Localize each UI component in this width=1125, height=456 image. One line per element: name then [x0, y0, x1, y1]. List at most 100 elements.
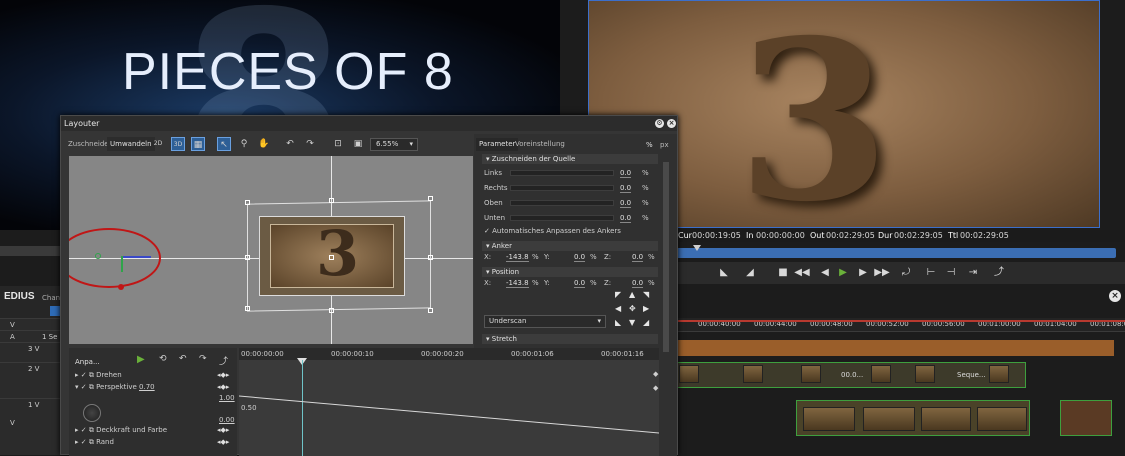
video-clip-track-1v-end[interactable]: [1060, 400, 1112, 436]
crop-right-value[interactable]: 0.0: [620, 184, 632, 193]
match-frame-icon[interactable]: ⇥: [966, 266, 980, 280]
loop-icon[interactable]: ⤾: [898, 266, 914, 280]
section-position[interactable]: ▾ Position: [482, 267, 658, 277]
nudge-down-icon[interactable]: ▼: [629, 318, 635, 327]
keyframe-row-rand[interactable]: ▸ ✓ ⧉ Rand: [75, 438, 114, 447]
keyframe-row-deckkraft[interactable]: ▸ ✓ ⧉ Deckkraft und Farbe: [75, 426, 167, 435]
nudge-up-left-icon[interactable]: ◤: [615, 290, 621, 299]
section-zuschneiden[interactable]: ▾ Zuschneiden der Quelle: [482, 154, 658, 164]
layouter-canvas[interactable]: 3: [69, 156, 473, 344]
overwrite-icon[interactable]: ⊣: [944, 266, 958, 280]
close-icon[interactable]: ×: [667, 119, 676, 128]
keyframe-nav-icon[interactable]: ◂◆▸: [217, 371, 229, 379]
parameter-scrollbar[interactable]: [663, 162, 669, 352]
edge-handle[interactable]: [329, 308, 334, 313]
hand-icon[interactable]: ✋: [257, 137, 271, 151]
position-z-value[interactable]: 0.0: [632, 279, 644, 288]
unit-percent[interactable]: %: [646, 141, 653, 149]
video-clip-track-1v[interactable]: [796, 400, 1030, 436]
nudge-up-icon[interactable]: ▲: [629, 290, 635, 299]
preview-scrub-bar[interactable]: [676, 248, 1116, 258]
edge-handle[interactable]: [428, 255, 433, 260]
nudge-down-left-icon[interactable]: ◣: [615, 318, 621, 327]
audio-track-clip[interactable]: [676, 340, 1114, 356]
crop-left-slider[interactable]: [510, 170, 614, 176]
nudge-left-icon[interactable]: ◀: [615, 304, 621, 313]
crop-right-slider[interactable]: [510, 185, 614, 191]
redo-icon[interactable]: ↷: [199, 354, 207, 364]
y-axis-arrow[interactable]: [121, 256, 123, 272]
corner-handle[interactable]: [428, 308, 433, 313]
rewind-icon[interactable]: ◀◀: [794, 266, 810, 280]
crop-top-slider[interactable]: [510, 200, 614, 206]
edge-handle[interactable]: [329, 198, 334, 203]
section-anker[interactable]: ▾ Anker: [482, 241, 658, 251]
keyframe-curve[interactable]: [239, 388, 659, 438]
scrub-position-marker[interactable]: [693, 245, 701, 251]
corner-handle[interactable]: [245, 200, 250, 205]
crop-left-value[interactable]: 0.0: [620, 169, 632, 178]
center-icon[interactable]: ✥: [629, 304, 636, 313]
tab-umwandeln[interactable]: Umwandeln: [107, 137, 155, 151]
crop-top-value[interactable]: 0.0: [620, 199, 632, 208]
play-icon[interactable]: ▶: [137, 354, 145, 365]
timeline-close-button[interactable]: ×: [1109, 290, 1121, 302]
keyframe-row-drehen[interactable]: ▸ ✓ ⧉ Drehen: [75, 371, 122, 380]
corner-handle[interactable]: [428, 196, 433, 201]
loop-icon[interactable]: ⟲: [159, 354, 167, 364]
nudge-right-icon[interactable]: ▶: [643, 304, 649, 313]
keyframe-nav-icon[interactable]: ◂◆▸: [217, 426, 229, 434]
unit-px[interactable]: px: [660, 141, 669, 149]
undo-icon[interactable]: ↶: [283, 137, 297, 151]
export-icon[interactable]: ⤴: [992, 266, 1006, 280]
x-axis-arrow[interactable]: [121, 256, 151, 258]
perspective-value[interactable]: 0.70: [139, 383, 155, 391]
edge-handle[interactable]: [245, 255, 250, 260]
pointer-icon[interactable]: ↖: [217, 137, 231, 151]
corner-handle[interactable]: [245, 306, 250, 311]
keyframe-header[interactable]: Anpa...: [75, 358, 100, 366]
fit-frame-icon[interactable]: ⊡: [331, 137, 345, 151]
settings-icon[interactable]: ⚙: [655, 119, 664, 128]
anchor-y-value[interactable]: 0.0: [574, 253, 586, 262]
underscan-select[interactable]: Underscan ▾: [484, 315, 606, 328]
set-in-icon[interactable]: ◣: [716, 266, 732, 280]
keyframe-row-perspektive[interactable]: ▾ ✓ ⧉ Perspektive 0.70: [75, 383, 155, 392]
position-x-value[interactable]: -143.8: [506, 279, 529, 288]
tab-voreinstellung[interactable]: Voreinstellung: [512, 138, 568, 151]
auto-anchor-checkbox[interactable]: ✓ Automatisches Anpassen des Ankers: [484, 227, 621, 235]
anchor-x-value[interactable]: -143.8: [506, 253, 529, 262]
perspective-knob[interactable]: [83, 404, 101, 422]
fast-forward-icon[interactable]: ▶▶: [874, 266, 890, 280]
undo-icon[interactable]: ↶: [179, 354, 187, 364]
zoom-icon[interactable]: ⚲: [237, 137, 251, 151]
step-back-icon[interactable]: ◀: [818, 266, 832, 280]
crop-bottom-slider[interactable]: [510, 215, 614, 221]
section-stretch[interactable]: ▾ Stretch: [482, 334, 658, 344]
insert-icon[interactable]: ⊢: [924, 266, 938, 280]
center-handle[interactable]: [329, 255, 334, 260]
rotation-handle[interactable]: [118, 284, 124, 290]
layouter-titlebar[interactable]: Layouter ⚙ ×: [61, 116, 677, 131]
set-out-icon[interactable]: ◢: [742, 266, 758, 280]
grid-icon[interactable]: ▦: [191, 137, 205, 151]
keyframe-diamond[interactable]: ◆: [653, 370, 658, 378]
graph-max-value[interactable]: 1.00: [219, 394, 235, 402]
keyframe-timeline[interactable]: 00:00:00:00 00:00:00:10 00:00:00:20 00:0…: [239, 348, 659, 456]
transform-bounding-box[interactable]: [247, 200, 431, 312]
zoom-select[interactable]: 6.55% ▾: [370, 138, 418, 151]
keyframe-nav-icon[interactable]: ◂◆▸: [217, 438, 229, 446]
play-icon[interactable]: ▶: [836, 266, 850, 280]
anchor-point[interactable]: [95, 253, 101, 259]
mode-2d-icon[interactable]: 2D: [151, 137, 165, 151]
safe-area-icon[interactable]: ▣: [351, 137, 365, 151]
crop-bottom-value[interactable]: 0.0: [620, 214, 632, 223]
rotation-gizmo[interactable]: [69, 228, 161, 288]
mode-3d-icon[interactable]: 3D: [171, 137, 185, 151]
stop-icon[interactable]: ■: [776, 266, 790, 280]
nudge-down-right-icon[interactable]: ◢: [643, 318, 649, 327]
position-y-value[interactable]: 0.0: [574, 279, 586, 288]
anchor-z-value[interactable]: 0.0: [632, 253, 644, 262]
nudge-up-right-icon[interactable]: ◥: [643, 290, 649, 299]
step-forward-icon[interactable]: ▶: [856, 266, 870, 280]
